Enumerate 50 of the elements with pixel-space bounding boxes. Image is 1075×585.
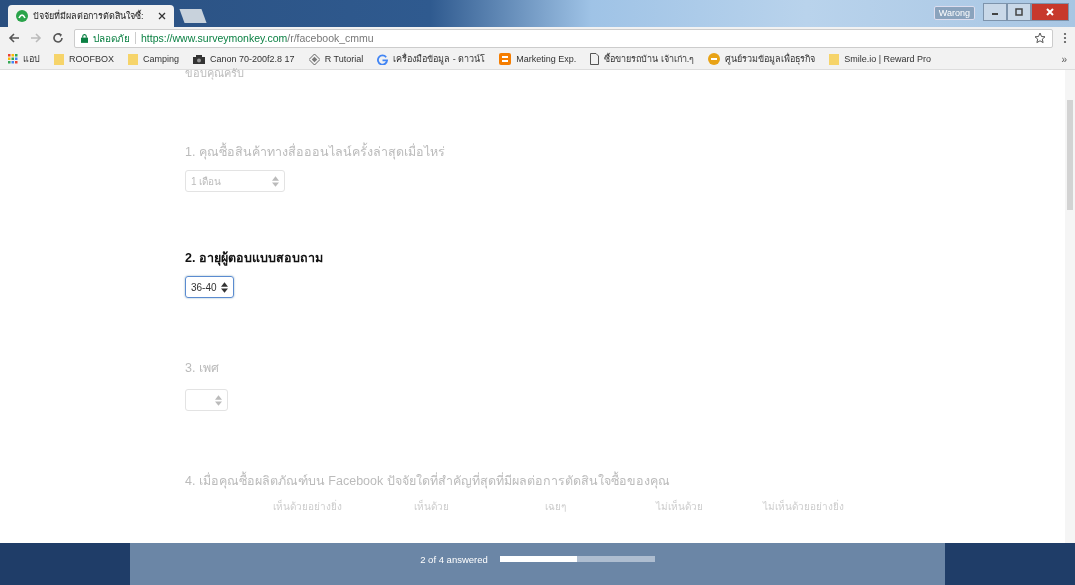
address-bar[interactable]: ปลอดภัย https://www.surveymonkey.com/r/facebook_cmmu <box>74 28 1053 48</box>
star-icon[interactable] <box>1034 32 1046 44</box>
bookmark-item[interactable]: แอป <box>8 52 40 66</box>
maximize-icon <box>1014 7 1024 17</box>
google-icon <box>377 53 389 65</box>
bookmark-item[interactable]: R Tutorial <box>308 53 364 65</box>
maximize-button[interactable] <box>1007 3 1031 21</box>
question-title: 4. เมื่อคุณซื้อผลิตภัณฑ์บน Facebook ปัจจัยใดที่สำคัญที่สุดที่มีผลต่อการตัดสินใจซื้อของคุณ <box>185 471 1065 491</box>
dropdown-field[interactable]: 36-40 <box>185 276 234 298</box>
new-tab-button[interactable] <box>179 9 207 23</box>
question-title: 3. เพศ <box>185 360 220 377</box>
bookmark-item[interactable]: ศูนย์รวมข้อมูลเพื่อธุรกิจ <box>708 52 816 66</box>
minimize-button[interactable] <box>983 3 1007 21</box>
page-icon <box>590 53 600 65</box>
bookmark-item[interactable]: เครื่องมือข้อมูล - ดาวน์โ <box>377 52 486 66</box>
circle-logo-icon <box>708 53 721 65</box>
camera-icon <box>193 54 206 64</box>
bookmark-item[interactable]: Marketing Exp. <box>499 53 577 65</box>
dropdown-field[interactable] <box>185 389 228 411</box>
close-icon[interactable] <box>158 12 166 20</box>
menu-icon[interactable] <box>1063 32 1067 44</box>
updown-icon <box>272 175 279 187</box>
url-text: https://www.surveymonkey.com/r/facebook_cmmu <box>141 32 374 44</box>
bookmark-item[interactable]: Camping <box>128 53 180 65</box>
close-window-button[interactable] <box>1031 3 1069 21</box>
secure-label: ปลอดภัย <box>93 31 130 46</box>
question-title: 2. อายุผู้ตอบแบบสอบถาม <box>185 250 324 268</box>
bookmark-item[interactable]: ROOFBOX <box>54 53 114 65</box>
folder-icon <box>128 53 138 65</box>
bookmark-item[interactable]: Smile.io | Reward Pro <box>829 53 932 65</box>
updown-icon <box>220 281 228 293</box>
question-title: 1. คุณซื้อสินค้าทางสื่อออนไลน์ครั้งล่าสุดเมื่อไหร่ <box>185 142 1065 162</box>
intro-text: ขอบคุณครับ <box>185 66 245 82</box>
folder-icon <box>829 53 840 65</box>
tab-title: ปัจจัยที่มีผลต่อการตัดสินใจซื้: <box>33 9 145 23</box>
reload-icon[interactable] <box>52 32 64 44</box>
lock-icon <box>81 33 88 43</box>
browser-tab[interactable]: ปัจจัยที่มีผลต่อการตัดสินใจซื้: <box>8 5 174 27</box>
back-icon[interactable] <box>8 32 20 44</box>
folder-icon <box>54 53 64 65</box>
surveymonkey-icon <box>16 10 28 22</box>
more-bookmarks-button[interactable]: » <box>1061 53 1067 65</box>
apps-grid-icon <box>8 54 18 64</box>
updown-icon <box>215 394 222 406</box>
bookmark-item[interactable]: Canon 70-200f2.8 17 <box>193 54 295 64</box>
diamond-icon <box>308 53 320 65</box>
bookmark-item[interactable]: ซื้อขายรถบ้าน เจ้าเก่า.ๆ <box>590 52 695 66</box>
progress-label: 2 of 4 answered <box>420 553 488 565</box>
blogger-icon <box>499 53 512 65</box>
close-icon <box>1045 7 1055 17</box>
